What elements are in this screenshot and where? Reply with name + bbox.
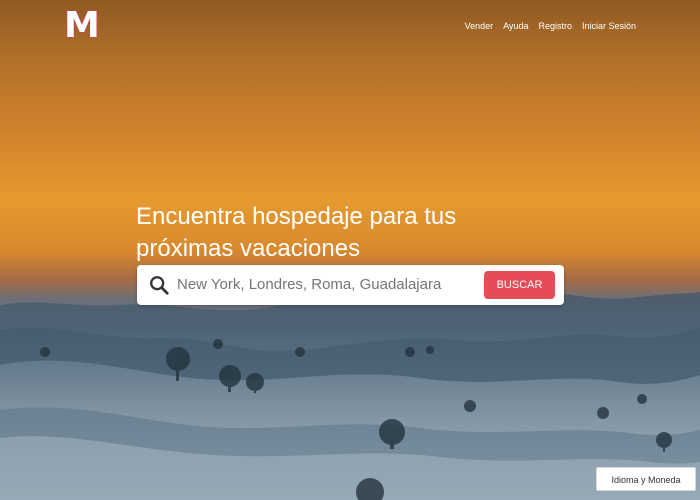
hero-headline: Encuentra hospedaje para tus próximas va…	[136, 203, 457, 263]
search-button[interactable]: BUSCAR	[484, 271, 555, 299]
brand-logo[interactable]: M	[64, 8, 100, 44]
landing-page: M Vender Ayuda Registro Iniciar Sesión E…	[0, 0, 700, 500]
nav-link-iniciar-sesion[interactable]: Iniciar Sesión	[582, 20, 636, 32]
search-bar: BUSCAR	[137, 265, 564, 305]
top-navigation: Vender Ayuda Registro Iniciar Sesión	[465, 20, 636, 32]
destination-search-input[interactable]	[177, 273, 477, 297]
language-currency-button[interactable]: Idioma y Moneda	[596, 467, 696, 491]
search-icon	[150, 276, 169, 295]
nav-link-registro[interactable]: Registro	[538, 20, 572, 32]
nav-link-ayuda[interactable]: Ayuda	[503, 20, 528, 32]
nav-link-vender[interactable]: Vender	[465, 20, 494, 32]
